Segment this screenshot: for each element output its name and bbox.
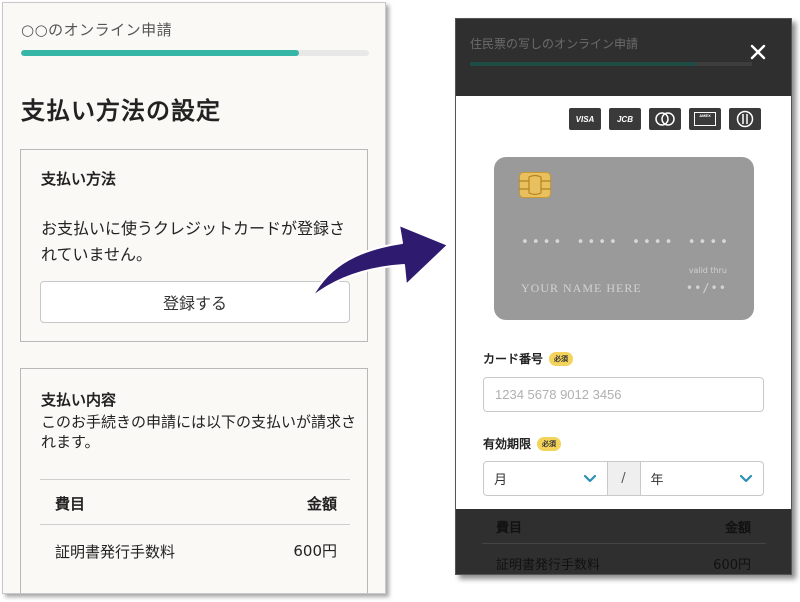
amex-icon: AMEX (694, 112, 716, 126)
background-table-divider (482, 543, 766, 544)
card-expiry-preview: ••/•• (685, 281, 727, 295)
required-badge: 必須 (537, 436, 562, 451)
amex-logo: AMEX (689, 108, 721, 130)
card-registration-screen: 住民票の写しのオンライン申請 VISA JCB AMEX •••• •••• •… (455, 18, 792, 575)
valid-thru-label: valid thru (688, 266, 727, 275)
mastercard-icon (655, 112, 675, 126)
mastercard-logo (649, 108, 681, 130)
fee-item: 証明書発行手数料 (55, 543, 176, 561)
background-column-amount: 金額 (724, 521, 751, 536)
card-number-group: •••• (632, 235, 676, 250)
background-progress-fill (470, 62, 696, 66)
column-header-item: 費目 (55, 495, 86, 513)
chevron-down-icon (739, 474, 753, 483)
expiry-label-text: 有効期限 (483, 437, 532, 451)
month-select[interactable]: 月 (484, 462, 607, 495)
diners-logo (729, 108, 761, 130)
arrow-icon (311, 224, 449, 298)
app-title: ○○のオンライン申請 (21, 21, 173, 39)
card-number-label-text: カード番号 (483, 352, 544, 366)
chip-icon (519, 172, 551, 198)
diners-icon (736, 110, 754, 128)
column-header-amount: 金額 (306, 495, 337, 513)
expiry-inputs: 月 / 年 (483, 461, 764, 496)
payment-method-heading: 支払い方法 (41, 170, 117, 188)
fee-amount: 600円 (293, 542, 337, 560)
payment-details-card: 支払い内容 このお手続きの申請には以下の支払いが請求されます。 費目 金額 証明… (20, 368, 368, 593)
year-select-value: 年 (650, 473, 664, 488)
card-number-input[interactable] (483, 377, 764, 412)
table-divider (40, 479, 350, 480)
card-preview: •••• •••• •••• •••• YOUR NAME HERE valid… (494, 157, 754, 320)
background-progress-bar (470, 62, 752, 66)
background-fee-item: 証明書発行手数料 (496, 558, 601, 573)
progress-fill (21, 50, 300, 56)
page-title: 支払い方法の設定 (21, 97, 221, 125)
visa-logo: VISA (569, 108, 601, 130)
card-number-group: •••• (521, 235, 565, 250)
expiry-label: 有効期限 必須 (483, 435, 562, 452)
jcb-logo: JCB (609, 108, 641, 130)
card-number-label: カード番号 必須 (483, 350, 574, 367)
expiry-separator: / (606, 462, 641, 495)
table-divider (40, 524, 350, 525)
progress-bar (21, 50, 369, 56)
card-entry-modal: VISA JCB AMEX •••• •••• •••• •••• YOUR N… (456, 96, 791, 509)
card-number-group: •••• (576, 235, 620, 250)
card-number-preview: •••• •••• •••• •••• (521, 235, 731, 250)
payment-details-heading: 支払い内容 (41, 391, 117, 409)
month-select-value: 月 (494, 473, 508, 488)
background-column-item: 費目 (496, 521, 523, 536)
close-icon[interactable] (749, 43, 767, 61)
chevron-down-icon (583, 474, 596, 483)
background-app-title: 住民票の写しのオンライン申請 (470, 37, 639, 51)
card-holder-preview: YOUR NAME HERE (521, 281, 642, 295)
card-brand-logos: VISA JCB AMEX (569, 108, 761, 130)
required-badge: 必須 (549, 351, 574, 366)
payment-details-message: このお手続きの申請には以下の支払いが請求されます。 (41, 413, 357, 451)
background-fee-amount: 600円 (713, 558, 751, 573)
card-number-group: •••• (687, 235, 731, 250)
year-select[interactable]: 年 (641, 462, 764, 495)
